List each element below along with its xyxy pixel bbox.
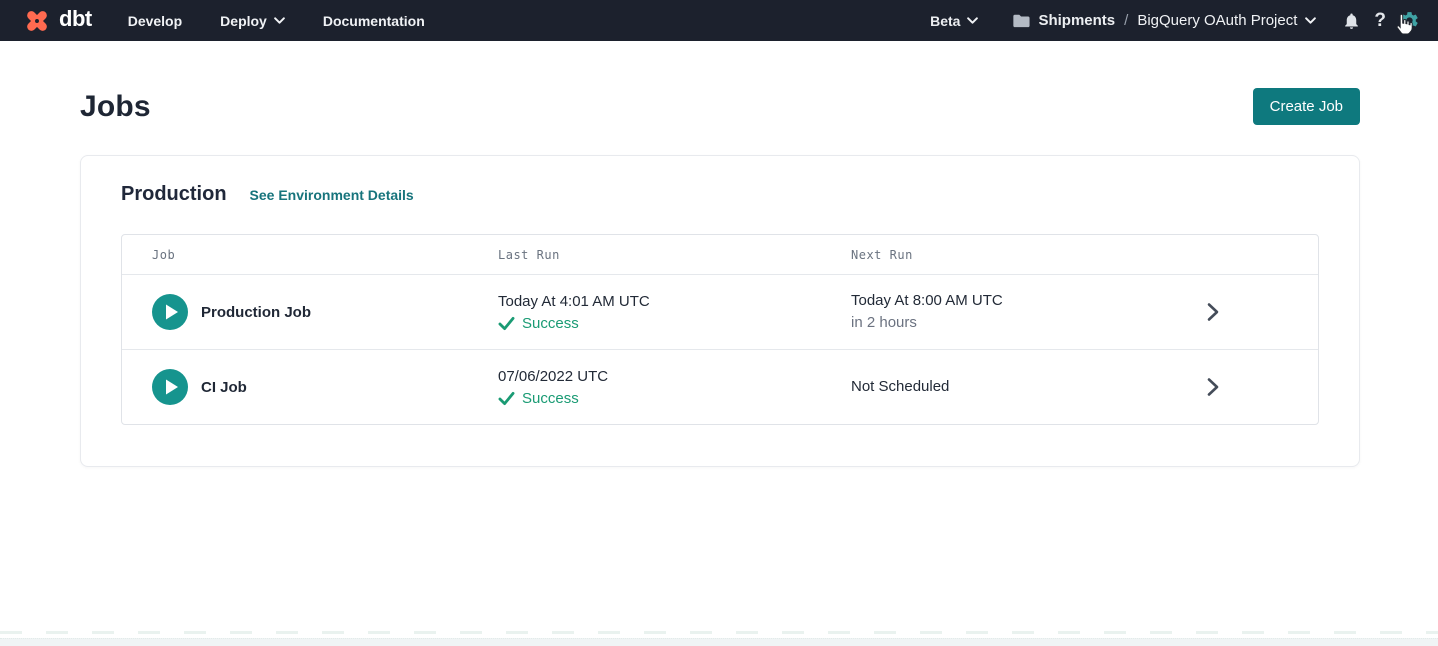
last-run-time: 07/06/2022 UTC	[498, 367, 851, 387]
status-line: Success	[498, 390, 851, 407]
dbt-logo-icon	[22, 6, 52, 36]
settings-gear-icon[interactable]	[1399, 10, 1420, 31]
see-environment-details-link[interactable]: See Environment Details	[250, 187, 414, 203]
breadcrumb-account[interactable]: Shipments	[1038, 12, 1115, 29]
nav-item-documentation-label: Documentation	[323, 13, 425, 29]
job-name[interactable]: CI Job	[201, 379, 247, 396]
next-run-cell: Not Scheduled	[851, 377, 1204, 397]
beta-dropdown[interactable]: Beta	[930, 13, 978, 29]
nav-item-develop-label: Develop	[128, 13, 182, 29]
help-glyph: ?	[1374, 11, 1386, 30]
run-job-play-icon[interactable]	[152, 294, 188, 330]
folder-icon	[1012, 13, 1030, 28]
breadcrumb: Shipments / BigQuery OAuth Project	[1012, 12, 1316, 29]
next-run-note: in 2 hours	[851, 313, 1204, 333]
nav-item-documentation[interactable]: Documentation	[323, 13, 425, 29]
success-check-icon	[498, 391, 515, 406]
table-row[interactable]: CI Job 07/06/2022 UTC Success Not Schedu…	[122, 349, 1318, 424]
notifications-bell-icon[interactable]	[1342, 11, 1361, 31]
bottom-dashed-divider	[0, 631, 1438, 634]
nav-right: Beta Shipments / BigQuery OAuth Project	[930, 10, 1420, 31]
table-header-row: Job Last Run Next Run	[122, 235, 1318, 274]
nav-item-deploy-label: Deploy	[220, 13, 267, 29]
page-header: Jobs Create Job	[80, 88, 1360, 125]
page-title: Jobs	[80, 90, 151, 124]
job-cell: CI Job	[152, 369, 498, 405]
next-run-time: Today At 8:00 AM UTC	[851, 291, 1204, 311]
breadcrumb-separator: /	[1124, 12, 1128, 29]
status-badge: Success	[522, 390, 579, 407]
column-header-job: Job	[152, 248, 498, 262]
main-content: Jobs Create Job Production See Environme…	[80, 88, 1360, 467]
nav-item-deploy[interactable]: Deploy	[220, 13, 285, 29]
help-icon[interactable]: ?	[1374, 11, 1386, 30]
status-line: Success	[498, 315, 851, 332]
status-badge: Success	[522, 315, 579, 332]
last-run-cell: Today At 4:01 AM UTC Success	[498, 292, 851, 332]
last-run-cell: 07/06/2022 UTC Success	[498, 367, 851, 407]
chevron-down-icon	[274, 17, 285, 24]
dbt-logo-text: dbt	[59, 8, 92, 33]
beta-label: Beta	[930, 13, 960, 29]
last-run-time: Today At 4:01 AM UTC	[498, 292, 851, 312]
job-cell: Production Job	[152, 294, 498, 330]
top-nav: dbt Develop Deploy Documentation Beta	[0, 0, 1438, 41]
dbt-logo[interactable]: dbt	[22, 6, 92, 36]
breadcrumb-project[interactable]: BigQuery OAuth Project	[1137, 12, 1297, 29]
column-header-last-run: Last Run	[498, 248, 851, 262]
nav-item-develop[interactable]: Develop	[128, 13, 182, 29]
environment-card: Production See Environment Details Job L…	[80, 155, 1360, 467]
chevron-down-icon	[967, 17, 978, 24]
nav-icon-group: ?	[1342, 10, 1420, 31]
nav-links: Develop Deploy Documentation	[128, 13, 425, 29]
next-run-cell: Today At 8:00 AM UTC in 2 hours	[851, 291, 1204, 334]
column-header-next-run: Next Run	[851, 248, 1204, 262]
environment-name: Production	[121, 183, 227, 206]
create-job-button[interactable]: Create Job	[1253, 88, 1360, 125]
chevron-down-icon[interactable]	[1305, 17, 1316, 24]
row-chevron-right-icon[interactable]	[1204, 300, 1221, 324]
run-job-play-icon[interactable]	[152, 369, 188, 405]
next-run-time: Not Scheduled	[851, 377, 1204, 397]
jobs-table: Job Last Run Next Run Production Job	[121, 234, 1319, 425]
row-chevron-right-icon[interactable]	[1204, 375, 1221, 399]
job-name[interactable]: Production Job	[201, 304, 311, 321]
table-row[interactable]: Production Job Today At 4:01 AM UTC Succ…	[122, 274, 1318, 349]
success-check-icon	[498, 316, 515, 331]
environment-header: Production See Environment Details	[121, 183, 1319, 206]
bottom-footer-strip	[0, 638, 1438, 646]
